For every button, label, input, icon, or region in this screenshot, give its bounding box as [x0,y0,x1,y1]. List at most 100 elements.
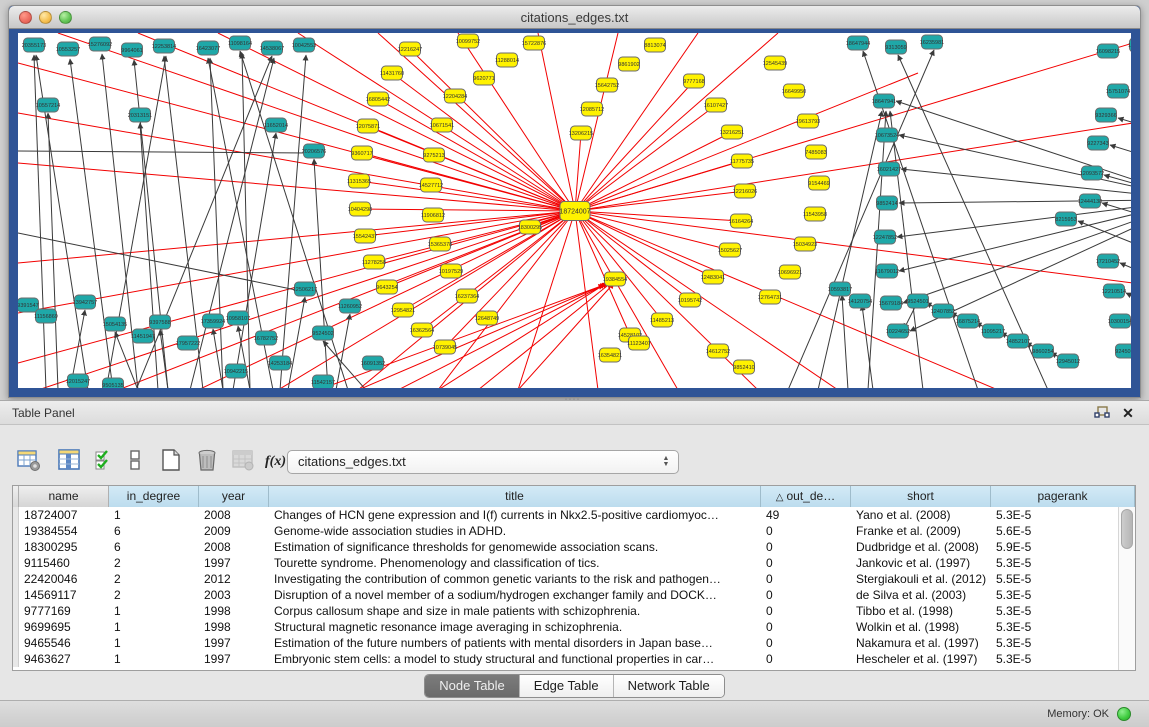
table-row[interactable]: 1872400712008Changes of HCN gene express… [13,507,1135,523]
table-cell[interactable]: 5.3E-5 [991,555,1135,571]
graph-node[interactable]: 12407852 [931,304,955,318]
table-cell[interactable]: 9777169 [19,603,109,619]
graph-node[interactable]: 11451947 [131,329,155,343]
graph-node[interactable]: 11431760 [380,66,404,80]
column-header-name[interactable]: name [19,486,109,507]
table-cell[interactable]: 0 [761,539,851,555]
graph-node[interactable]: 15025627 [718,243,742,257]
graph-node[interactable]: 10942215 [224,364,248,378]
table-cell[interactable]: 0 [761,523,851,539]
table-cell[interactable]: 0 [761,651,851,667]
graph-node[interactable]: 7485083 [805,145,826,159]
graph-node[interactable]: 12085712 [580,102,604,116]
table-row[interactable]: 1830029562008Estimation of significance … [13,539,1135,555]
graph-node[interactable]: 14538067 [260,41,284,55]
graph-node[interactable]: 12483041 [701,270,725,284]
graph-node[interactable]: 12945012 [1056,354,1080,368]
table-cell[interactable]: 1997 [199,651,269,667]
graph-node[interactable]: 9860254 [1032,344,1053,358]
graph-node[interactable]: 10300154 [1108,314,1131,328]
graph-node[interactable]: 17359924 [201,314,225,328]
select-columns-icon[interactable] [90,445,120,475]
show-columns-icon[interactable] [54,445,84,475]
graph-node[interactable]: 16875214 [956,314,980,328]
graph-node[interactable]: 13206215 [569,126,593,140]
graph-node[interactable]: 11543958 [803,207,827,221]
graph-node[interactable]: 10042553 [292,38,316,52]
graph-node[interactable]: 12444138 [1078,194,1102,208]
graph-node[interactable]: 12216026 [733,184,757,198]
graph-node[interactable]: 12648749 [475,311,499,325]
graph-node[interactable]: 12093572 [1080,166,1104,180]
table-cell[interactable]: 9699695 [19,619,109,635]
table-cell[interactable]: 6 [109,523,199,539]
table-cell[interactable]: Investigating the contribution of common… [269,571,761,587]
table-row[interactable]: 1456911722003Disruption of a novel membe… [13,587,1135,603]
graph-node[interactable]: 16354821 [598,348,622,362]
row-height-icon[interactable] [120,445,150,475]
graph-node[interactable]: 20206576 [302,144,326,158]
graph-node[interactable]: 12204284 [443,89,467,103]
graph-node[interactable]: 17957222 [176,336,200,350]
graph-node[interactable]: 10739045 [433,340,457,354]
graph-node[interactable]: 9852410 [733,360,754,374]
graph-node[interactable]: 9329366 [1095,108,1116,122]
table-cell[interactable]: 1 [109,651,199,667]
table-row[interactable]: 946362711997Embryonic stem cells: a mode… [13,651,1135,667]
graph-node[interactable]: 12506217 [293,282,317,296]
table-row[interactable]: 977716911998Corpus callosum shape and si… [13,603,1135,619]
table-cell[interactable]: 1 [109,619,199,635]
graph-node[interactable]: 15034923 [793,237,817,251]
graph-node[interactable]: 16235981 [920,35,944,49]
table-cell[interactable]: 5.3E-5 [991,603,1135,619]
graph-node[interactable]: 14852107 [1006,334,1030,348]
graph-node[interactable]: 19613793 [796,114,820,128]
graph-node[interactable]: 9524502 [312,326,333,340]
graph-node[interactable]: 8215953 [1055,212,1076,226]
table-cell[interactable]: 49 [761,507,851,523]
graph-node[interactable]: 12075871 [356,119,380,133]
table-cell[interactable]: de Silva et al. (2003) [851,587,991,603]
table-cell[interactable]: Embryonic stem cells: a model to study s… [269,651,761,667]
graph-node[interactable]: 9861902 [618,57,639,71]
table-cell[interactable]: 2 [109,555,199,571]
graph-node[interactable]: 15679184 [879,296,903,310]
graph-node[interactable]: 9505135 [102,378,123,388]
graph-node[interactable]: 11288014 [495,53,519,67]
table-cell[interactable]: 18300295 [19,539,109,555]
table-mode-icon[interactable] [14,445,44,475]
table-cell[interactable]: 0 [761,555,851,571]
table-cell[interactable]: 2008 [199,507,269,523]
table-cell[interactable]: 0 [761,603,851,619]
table-row[interactable]: 911546021997Tourette syndrome. Phenomeno… [13,555,1135,571]
citation-network-graph[interactable]: 2035517310553257152760929964061122538141… [18,33,1131,388]
table-cell[interactable]: 5.3E-5 [991,619,1135,635]
graph-node[interactable]: 11123407 [627,336,651,350]
tab-node-table[interactable]: Node Table [425,675,520,697]
table-cell[interactable]: 9465546 [19,635,109,651]
graph-node[interactable]: 17210452 [1096,254,1120,268]
graph-node[interactable]: 12954821 [391,303,415,317]
graph-node[interactable]: 9777168 [683,74,704,88]
graph-node[interactable]: 15054135 [103,317,127,331]
graph-node[interactable]: 14612752 [706,344,730,358]
graph-node[interactable]: 10197529 [439,264,463,278]
table-cell[interactable]: 0 [761,635,851,651]
table-cell[interactable]: Hescheler et al. (1997) [851,651,991,667]
table-cell[interactable]: 0 [761,587,851,603]
table-cell[interactable]: Disruption of a novel member of a sodium… [269,587,761,603]
graph-node[interactable]: 16237364 [455,289,479,303]
graph-node[interactable]: 10195742 [678,293,702,307]
table-cell[interactable]: Stergiakouli et al. (2012) [851,571,991,587]
table-cell[interactable]: Dudbridge et al. (2008) [851,539,991,555]
graph-node[interactable]: 11542751 [1128,38,1131,52]
graph-node[interactable]: 16649950 [782,84,806,98]
table-selector-dropdown[interactable]: citations_edges.txt ▲▼ [287,450,679,474]
graph-node[interactable]: 15642752 [595,78,619,92]
graph-node[interactable]: 16021427 [877,162,901,176]
vertical-scrollbar[interactable] [1118,507,1135,670]
table-cell[interactable]: 5.9E-5 [991,539,1135,555]
table-cell[interactable]: Estimation of significance thresholds fo… [269,539,761,555]
column-header-out_de[interactable]: △out_de… [761,486,851,507]
graph-node[interactable]: 11775735 [730,154,754,168]
